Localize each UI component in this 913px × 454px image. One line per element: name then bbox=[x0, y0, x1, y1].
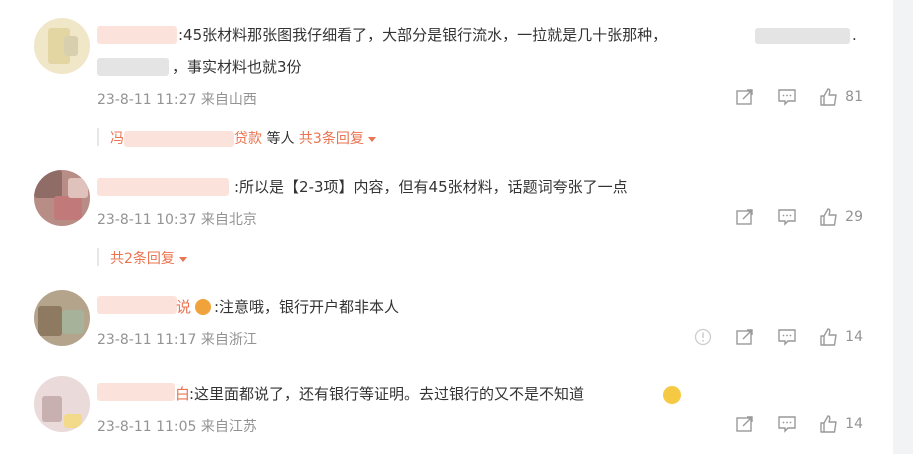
share-icon[interactable] bbox=[735, 87, 755, 107]
share-icon[interactable] bbox=[735, 207, 755, 227]
chevron-down-icon bbox=[178, 256, 187, 262]
avatar[interactable] bbox=[34, 376, 90, 432]
page-gutter bbox=[893, 0, 913, 454]
like-button[interactable]: 29 bbox=[819, 207, 863, 227]
reply-divider bbox=[97, 248, 99, 266]
emoji-icon bbox=[195, 299, 211, 315]
like-icon bbox=[820, 328, 837, 346]
like-count: 14 bbox=[845, 416, 863, 432]
comment-name-tail: 白 bbox=[175, 385, 191, 403]
comment-icon[interactable] bbox=[777, 87, 797, 107]
comment-name-tail: 说 bbox=[176, 298, 192, 316]
comments-panel: :45张材料那张图我仔细看了，大部分是银行流水，一拉就是几十张那种， . ，事实… bbox=[0, 0, 893, 454]
comment-meta: 23-8-11 10:37 来自北京 bbox=[97, 212, 257, 228]
comment-icon[interactable] bbox=[777, 207, 797, 227]
like-button[interactable]: 14 bbox=[819, 414, 863, 434]
comment-item: 说 :注意哦，银行开户都非本人 23-8-11 11:17 来自浙江 14 bbox=[0, 280, 893, 365]
like-button[interactable]: 14 bbox=[819, 327, 863, 347]
replies-summary[interactable]: 冯贷款 等人 共3条回复 bbox=[110, 128, 376, 148]
comment-text: :所以是【2-3项】内容，但有45张材料，话题词夸张了一点 bbox=[234, 178, 628, 196]
like-button[interactable]: 81 bbox=[819, 87, 863, 107]
comment-item: :45张材料那张图我仔细看了，大部分是银行流水，一拉就是几十张那种， . ，事实… bbox=[0, 0, 893, 160]
comment-item: :所以是【2-3项】内容，但有45张材料，话题词夸张了一点 23-8-11 10… bbox=[0, 160, 893, 280]
avatar[interactable] bbox=[34, 170, 90, 226]
avatar[interactable] bbox=[34, 18, 90, 74]
redacted-text bbox=[755, 28, 850, 44]
username-redacted[interactable] bbox=[97, 178, 229, 196]
report-icon[interactable] bbox=[693, 327, 713, 347]
comment-meta: 23-8-11 11:17 来自浙江 bbox=[97, 332, 257, 348]
redacted-text bbox=[97, 58, 169, 76]
reply-divider bbox=[97, 128, 99, 146]
emoji-icon bbox=[663, 386, 681, 404]
chevron-down-icon bbox=[367, 136, 376, 142]
like-count: 29 bbox=[845, 209, 863, 225]
comment-item: 白 :这里面都说了，还有银行等证明。去过银行的又不是不知道 23-8-11 11… bbox=[0, 368, 893, 454]
username-redacted[interactable] bbox=[97, 296, 177, 314]
share-icon[interactable] bbox=[735, 414, 755, 434]
comment-text-tail: . bbox=[852, 26, 857, 44]
reply-count: 共3条回复 bbox=[298, 131, 364, 147]
comment-meta: 23-8-11 11:27 来自山西 bbox=[97, 92, 257, 108]
reply-count: 共2条回复 bbox=[110, 251, 175, 267]
comment-text: :注意哦，银行开户都非本人 bbox=[214, 298, 400, 316]
comment-text-line2: ，事实材料也就3份 bbox=[172, 58, 302, 76]
comment-meta: 23-8-11 11:05 来自江苏 bbox=[97, 419, 257, 435]
replies-summary[interactable]: 共2条回复 bbox=[110, 248, 187, 268]
comment-icon[interactable] bbox=[777, 327, 797, 347]
like-icon bbox=[820, 415, 837, 433]
share-icon[interactable] bbox=[735, 327, 755, 347]
comment-text: :45张材料那张图我仔细看了，大部分是银行流水，一拉就是几十张那种， bbox=[178, 26, 668, 44]
comment-text: :这里面都说了，还有银行等证明。去过银行的又不是不知道 bbox=[189, 385, 585, 403]
avatar[interactable] bbox=[34, 290, 90, 346]
username-redacted[interactable] bbox=[97, 26, 177, 44]
username-redacted[interactable] bbox=[97, 383, 175, 401]
comment-icon[interactable] bbox=[777, 414, 797, 434]
like-icon bbox=[820, 88, 837, 106]
like-count: 81 bbox=[845, 89, 863, 105]
like-count: 14 bbox=[845, 329, 863, 345]
like-icon bbox=[820, 208, 837, 226]
